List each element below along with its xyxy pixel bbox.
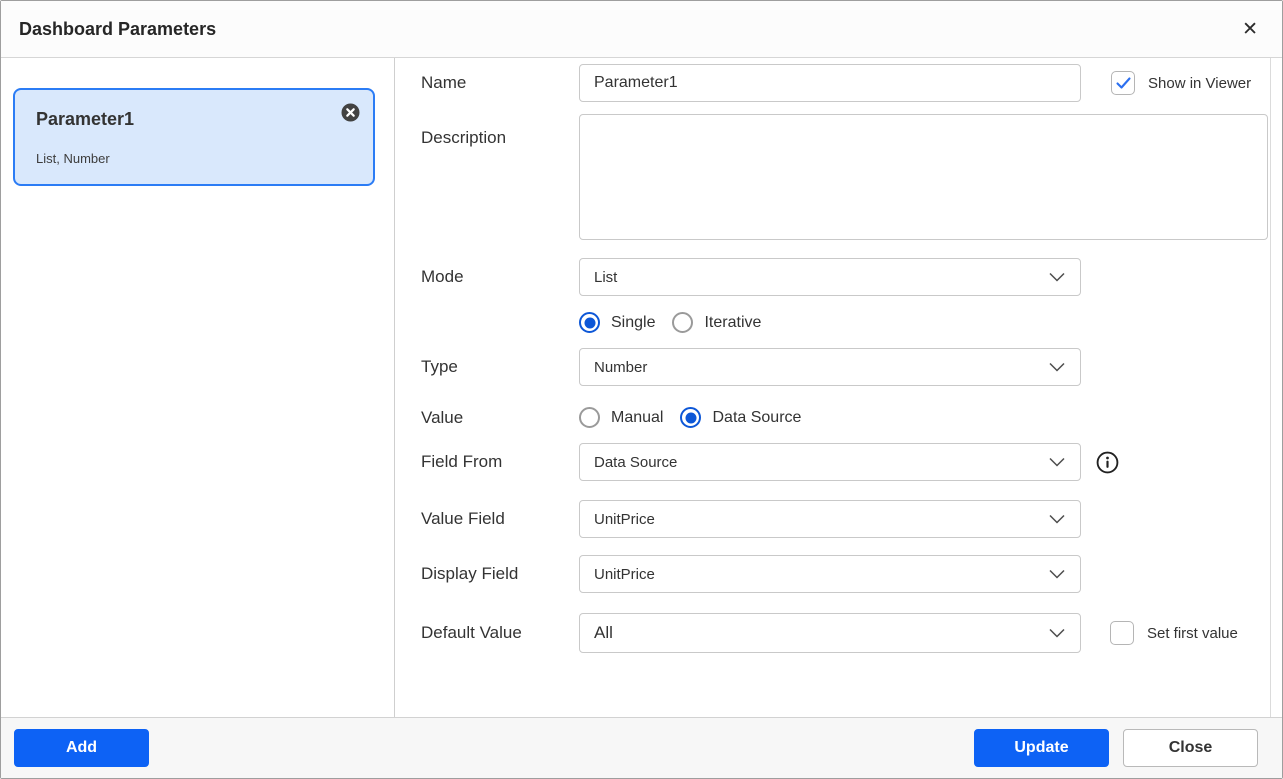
type-row: Type Number <box>421 348 1270 386</box>
mode-dropdown-value: List <box>594 269 617 286</box>
default-value-label: Default Value <box>421 623 579 643</box>
value-radio-group: Manual Data Source <box>579 407 1081 428</box>
field-from-row: Field From Data Source <box>421 443 1270 481</box>
description-label: Description <box>421 114 579 148</box>
field-from-dropdown-value: Data Source <box>594 454 677 471</box>
radio-data-source[interactable]: Data Source <box>680 407 801 428</box>
parameter-card-title: Parameter1 <box>36 109 355 130</box>
chevron-down-icon <box>1048 512 1066 526</box>
mode-row: Mode List <box>421 258 1270 296</box>
set-first-value-checkbox[interactable]: Set first value <box>1110 621 1270 645</box>
footer-action-group: Update Close <box>974 729 1258 767</box>
checkbox-box <box>1111 71 1135 95</box>
parameter-list-panel: Parameter1 List, Number <box>1 58 395 717</box>
radio-icon <box>672 312 693 333</box>
radio-icon <box>579 407 600 428</box>
dialog-header: Dashboard Parameters ✕ <box>1 1 1282 58</box>
dashboard-parameters-dialog: Dashboard Parameters ✕ Parameter1 List, … <box>0 0 1283 779</box>
radio-single[interactable]: Single <box>579 312 655 333</box>
type-dropdown-value: Number <box>594 359 647 376</box>
chevron-down-icon <box>1048 360 1066 374</box>
show-in-viewer-label: Show in Viewer <box>1148 75 1251 92</box>
description-row: Description <box>421 114 1270 240</box>
dialog-footer: Add Update Close <box>1 717 1282 778</box>
value-field-label: Value Field <box>421 509 579 529</box>
add-parameter-button[interactable]: Add <box>14 729 149 767</box>
chevron-down-icon <box>1048 455 1066 469</box>
mode-radio-row: Single Iterative <box>421 312 1270 333</box>
radio-manual-label: Manual <box>611 409 663 427</box>
display-field-row: Display Field UnitPrice <box>421 555 1270 593</box>
display-field-dropdown[interactable]: UnitPrice <box>579 555 1081 593</box>
close-icon[interactable]: ✕ <box>1236 18 1264 41</box>
description-textarea[interactable] <box>579 114 1268 240</box>
mode-radio-group: Single Iterative <box>579 312 1081 333</box>
value-label: Value <box>421 408 579 428</box>
value-field-row: Value Field UnitPrice <box>421 500 1270 538</box>
default-value-dropdown[interactable]: All <box>579 613 1081 653</box>
radio-single-label: Single <box>611 314 655 332</box>
parameter-card-subtitle: List, Number <box>36 151 355 166</box>
remove-parameter-icon[interactable] <box>341 103 360 122</box>
default-value-dropdown-value: All <box>594 623 613 643</box>
update-button[interactable]: Update <box>974 729 1109 767</box>
default-value-row: Default Value All Set first value <box>421 613 1270 653</box>
radio-data-source-label: Data Source <box>712 409 801 427</box>
display-field-dropdown-value: UnitPrice <box>594 566 655 583</box>
close-button[interactable]: Close <box>1123 729 1258 767</box>
parameter-card[interactable]: Parameter1 List, Number <box>13 88 375 186</box>
checkbox-box <box>1110 621 1134 645</box>
mode-dropdown[interactable]: List <box>579 258 1081 296</box>
radio-icon <box>579 312 600 333</box>
dialog-body: Parameter1 List, Number Name Show in Vie… <box>1 58 1282 717</box>
radio-manual[interactable]: Manual <box>579 407 663 428</box>
name-input[interactable] <box>579 64 1081 102</box>
value-row: Value Manual Data Source <box>421 407 1270 428</box>
display-field-label: Display Field <box>421 564 579 584</box>
field-from-dropdown[interactable]: Data Source <box>579 443 1081 481</box>
type-dropdown[interactable]: Number <box>579 348 1081 386</box>
name-row: Name Show in Viewer <box>421 64 1270 102</box>
radio-iterative-label: Iterative <box>704 314 761 332</box>
chevron-down-icon <box>1048 270 1066 284</box>
field-from-label: Field From <box>421 452 579 472</box>
info-icon[interactable] <box>1096 451 1119 474</box>
value-field-dropdown[interactable]: UnitPrice <box>579 500 1081 538</box>
mode-label: Mode <box>421 267 579 287</box>
show-in-viewer-checkbox[interactable]: Show in Viewer <box>1111 71 1270 95</box>
chevron-down-icon <box>1048 567 1066 581</box>
value-field-dropdown-value: UnitPrice <box>594 511 655 528</box>
type-label: Type <box>421 357 579 377</box>
chevron-down-icon <box>1048 626 1066 640</box>
name-label: Name <box>421 73 579 93</box>
parameter-form: Name Show in Viewer Description <box>395 58 1271 717</box>
dialog-title: Dashboard Parameters <box>19 19 1236 40</box>
radio-icon <box>680 407 701 428</box>
radio-iterative[interactable]: Iterative <box>672 312 761 333</box>
check-icon <box>1116 77 1131 90</box>
set-first-value-label: Set first value <box>1147 625 1238 642</box>
